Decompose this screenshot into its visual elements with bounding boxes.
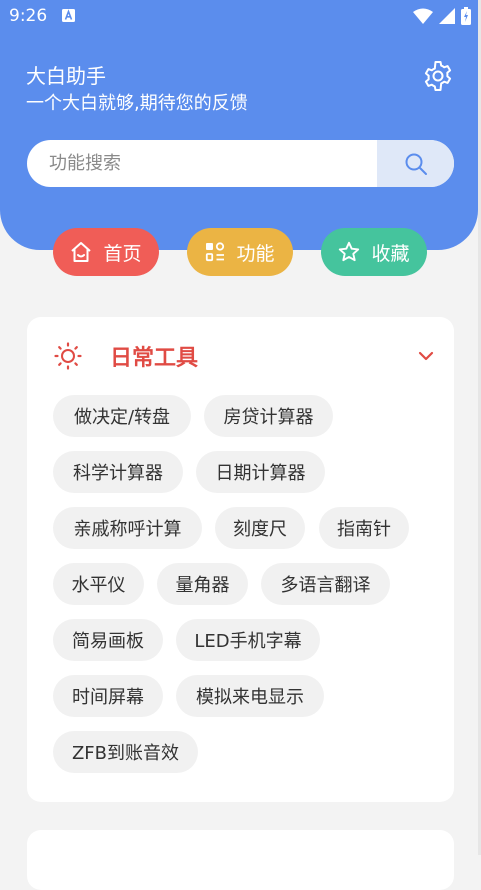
chip-label: LED手机字幕 (194, 631, 302, 652)
tool-protractor[interactable]: 量角器 (157, 563, 248, 605)
tool-ruler[interactable]: 刻度尺 (215, 507, 305, 549)
tool-drawing-board[interactable]: 简易画板 (53, 619, 163, 661)
chip-label: 做决定/转盘 (73, 407, 171, 428)
nav-features-label: 功能 (236, 242, 275, 265)
chip-label: ZFB到账音效 (71, 743, 180, 764)
header-banner (0, 0, 478, 250)
tool-level[interactable]: 水平仪 (53, 563, 144, 605)
nav-favorites-button[interactable]: 收藏 (321, 228, 427, 276)
tool-relative-title-calculator[interactable]: 亲戚称呼计算 (53, 507, 202, 549)
search-input[interactable] (27, 140, 377, 187)
chevron-down-icon[interactable] (417, 347, 435, 365)
sun-icon (54, 342, 82, 370)
chip-label: 水平仪 (71, 575, 126, 596)
nav-features-button[interactable]: 功能 (187, 228, 293, 276)
nav-home-button[interactable]: 首页 (53, 228, 159, 276)
app-title: 大白助手 (26, 64, 106, 88)
tool-date-calculator[interactable]: 日期计算器 (196, 451, 325, 493)
search-bar (27, 140, 454, 187)
tool-decision-wheel[interactable]: 做决定/转盘 (53, 395, 191, 437)
tool-translator[interactable]: 多语言翻译 (261, 563, 390, 605)
home-icon (71, 242, 92, 262)
tool-fake-call[interactable]: 模拟来电显示 (176, 675, 324, 717)
tool-led-subtitles[interactable]: LED手机字幕 (176, 619, 320, 661)
daily-tools-card: 日常工具 做决定/转盘 房贷计算器 科学计算器 日期计算器 亲戚称呼计算 刻度尺… (27, 317, 454, 802)
chip-label: 量角器 (175, 575, 230, 596)
chip-label: 刻度尺 (233, 519, 287, 540)
tool-mortgage-calculator[interactable]: 房贷计算器 (204, 395, 333, 437)
nav-home-label: 首页 (103, 242, 142, 265)
chip-label: 时间屏幕 (72, 687, 144, 708)
chip-label: 指南针 (337, 519, 391, 540)
search-icon (405, 153, 427, 175)
battery-icon (461, 7, 471, 25)
nav-favorites-label: 收藏 (371, 242, 410, 265)
next-section-card (27, 830, 454, 890)
chip-label: 多语言翻译 (280, 575, 371, 596)
tool-time-screen[interactable]: 时间屏幕 (53, 675, 163, 717)
settings-gear-icon[interactable] (422, 60, 454, 92)
chip-label: 科学计算器 (73, 463, 163, 484)
wifi-icon (413, 8, 433, 24)
tool-compass[interactable]: 指南针 (319, 507, 409, 549)
app-subtitle: 一个大白就够,期待您的反馈 (26, 93, 248, 114)
tool-scientific-calculator[interactable]: 科学计算器 (53, 451, 183, 493)
signal-icon (439, 8, 455, 24)
chip-label: 亲戚称呼计算 (73, 519, 182, 540)
chip-label: 房贷计算器 (223, 407, 314, 428)
tool-payment-sound[interactable]: ZFB到账音效 (53, 731, 198, 773)
section-title: 日常工具 (110, 346, 199, 371)
chip-label: 简易画板 (72, 631, 144, 652)
search-button[interactable] (377, 140, 454, 187)
star-icon (339, 241, 360, 262)
chip-label: 日期计算器 (215, 463, 306, 484)
status-time: 9:26 (9, 6, 48, 26)
notification-icon (62, 9, 75, 22)
chip-label: 模拟来电显示 (196, 687, 304, 708)
grid-icon (206, 242, 225, 262)
